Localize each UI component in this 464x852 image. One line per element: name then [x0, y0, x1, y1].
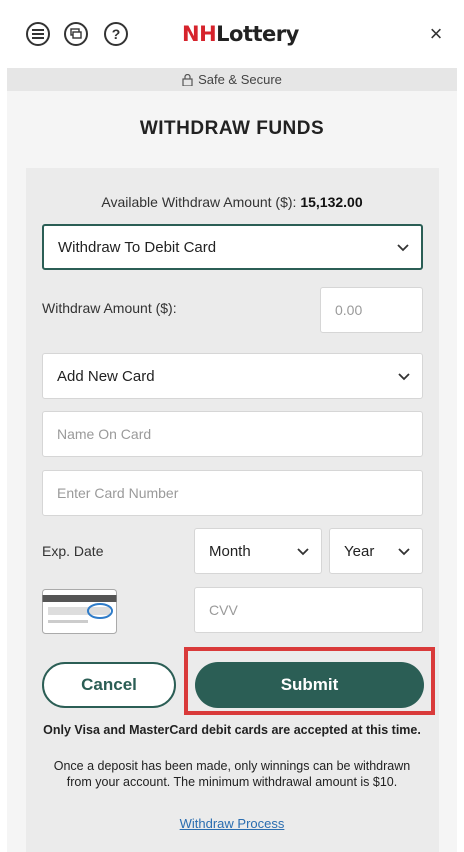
exp-date-label: Exp. Date — [42, 543, 104, 559]
lock-icon — [182, 73, 193, 86]
submit-button[interactable]: Submit — [195, 662, 424, 708]
available-amount-label: Available Withdraw Amount ($): — [101, 194, 297, 210]
help-icon[interactable]: ? — [104, 22, 128, 46]
chevron-down-icon — [397, 244, 409, 252]
cvv-input[interactable]: CVV — [194, 587, 423, 633]
card-number-input[interactable]: Enter Card Number — [42, 470, 423, 516]
withdraw-process-link[interactable]: Withdraw Process — [0, 816, 464, 831]
chevron-down-icon — [398, 548, 410, 556]
exp-year-select[interactable]: Year — [329, 528, 423, 574]
chat-icon[interactable] — [64, 22, 88, 46]
available-amount-value: 15,132.00 — [300, 194, 363, 210]
card-select-value: Add New Card — [57, 367, 155, 385]
withdraw-amount-label: Withdraw Amount ($): — [42, 300, 177, 316]
exp-year-value: Year — [344, 542, 375, 560]
card-select[interactable]: Add New Card — [42, 353, 423, 399]
withdraw-method-select[interactable]: Withdraw To Debit Card — [42, 224, 423, 270]
nh-lottery-logo[interactable]: NH Lottery — [182, 20, 299, 48]
logo-nh: NH — [182, 22, 217, 46]
withdrawal-info-note: Once a deposit has been made, only winni… — [53, 759, 411, 789]
exp-month-select[interactable]: Month — [194, 528, 322, 574]
card-types-note: Only Visa and MasterCard debit cards are… — [43, 723, 421, 737]
logo-lottery: Lottery — [216, 22, 299, 46]
cancel-button[interactable]: Cancel — [42, 662, 176, 708]
safe-secure-bar: Safe & Secure — [7, 68, 457, 91]
chevron-down-icon — [398, 373, 410, 381]
exp-month-value: Month — [209, 542, 251, 560]
top-header: ? NH Lottery × — [0, 0, 464, 68]
page-title: WITHDRAW FUNDS — [139, 118, 325, 139]
withdraw-method-value: Withdraw To Debit Card — [58, 238, 217, 256]
available-amount: Available Withdraw Amount ($): 15,132.00 — [0, 194, 464, 210]
close-icon[interactable]: × — [424, 22, 448, 46]
safe-secure-text: Safe & Secure — [198, 72, 282, 87]
name-on-card-input[interactable]: Name On Card — [42, 411, 423, 457]
cvv-card-icon — [42, 589, 117, 634]
menu-icon[interactable] — [26, 22, 50, 46]
chevron-down-icon — [297, 548, 309, 556]
withdraw-amount-input[interactable]: 0.00 — [320, 287, 423, 333]
